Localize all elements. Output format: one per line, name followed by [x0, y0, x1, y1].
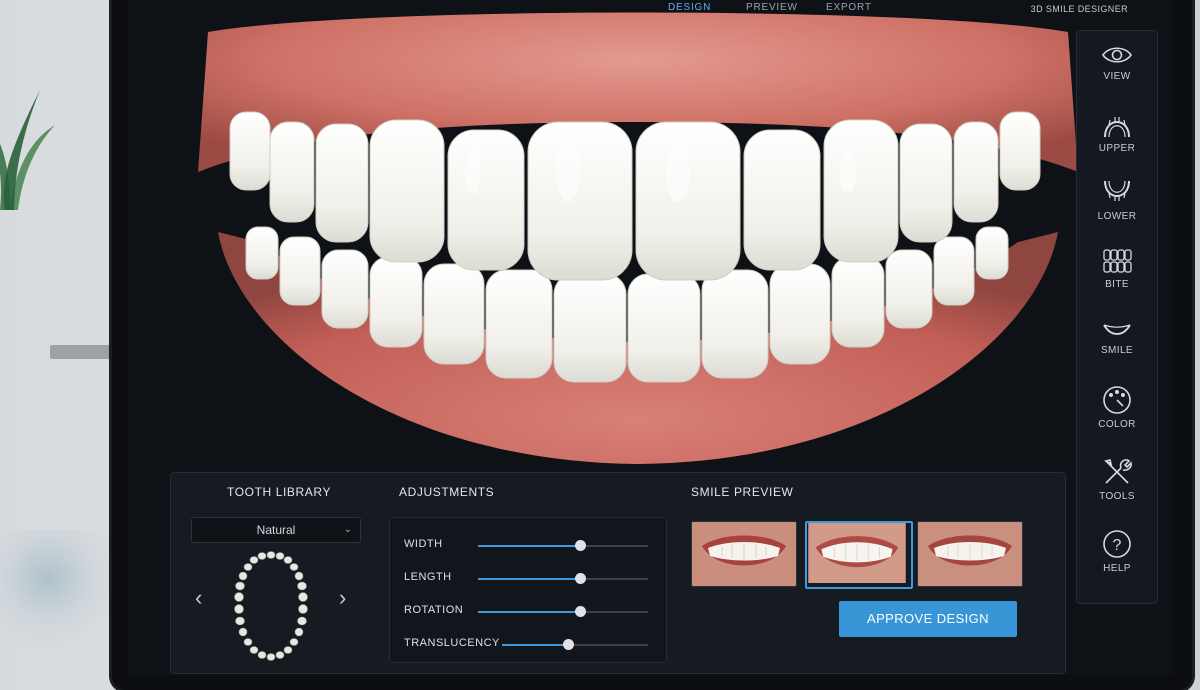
plant-decoration — [0, 90, 55, 210]
smile-preview-thumbnail-selected[interactable] — [805, 521, 913, 589]
toolbar-upper[interactable]: UPPER — [1077, 111, 1157, 171]
toolbar-smile[interactable]: SMILE — [1077, 317, 1157, 377]
slider-thumb[interactable] — [575, 606, 586, 617]
dental-arch-diagram — [234, 551, 308, 661]
toolbar-smile-label: SMILE — [1100, 345, 1133, 356]
toolbar-upper-label: UPPER — [1098, 143, 1136, 154]
chevron-right-icon[interactable]: › — [339, 585, 346, 611]
3d-model-viewport[interactable] — [158, 12, 1118, 472]
toolbar-help[interactable]: ? HELP — [1077, 529, 1157, 589]
toolbar-color-label: COLOR — [1098, 419, 1136, 430]
approve-design-button[interactable]: APPROVE DESIGN — [839, 601, 1017, 637]
translucency-slider-label: TRANSLUCENCY — [404, 637, 500, 649]
rotation-slider[interactable]: ROTATION — [404, 600, 654, 620]
toolbar-view[interactable]: VIEW — [1077, 43, 1157, 103]
chevron-down-icon: ⌄ — [343, 524, 352, 535]
tools-icon — [1103, 459, 1132, 484]
toolbar-color[interactable]: COLOR — [1077, 385, 1157, 445]
toolbar-lower-label: LOWER — [1097, 211, 1137, 222]
tooth-library-title: TOOTH LIBRARY — [227, 485, 332, 499]
smile-preview-title: SMILE PREVIEW — [691, 485, 794, 499]
toolbar-help-label: HELP — [1103, 563, 1131, 574]
eye-icon — [1102, 47, 1132, 63]
toolbar-view-label: VIEW — [1103, 71, 1131, 82]
width-slider[interactable]: WIDTH — [404, 534, 654, 554]
slider-thumb[interactable] — [575, 573, 586, 584]
upper-arch-icon — [1104, 117, 1130, 138]
palette-icon — [1103, 386, 1131, 414]
app-screen: DESIGN PREVIEW EXPORT 3D SMILE DESIGNER — [128, 0, 1172, 675]
adjustments-box: WIDTH LENGTH ROTATION TRANSLUCENCY — [389, 517, 667, 663]
slider-fill — [478, 611, 580, 613]
length-slider-label: LENGTH — [404, 571, 452, 583]
bottom-panel: TOOTH LIBRARY Natural ⌄ ‹ › ADJUSTMENTS … — [170, 472, 1066, 674]
translucency-slider[interactable]: TRANSLUCENCY — [404, 633, 654, 653]
chevron-left-icon[interactable]: ‹ — [195, 585, 202, 611]
toolbar-tools-label: TOOLS — [1099, 491, 1135, 502]
slider-fill — [502, 644, 568, 646]
tooth-library-selected: Natural — [256, 523, 296, 537]
shelf-decoration — [50, 345, 115, 359]
help-icon: ? — [1103, 530, 1131, 558]
rotation-slider-label: ROTATION — [404, 604, 464, 616]
toolbar-lower[interactable]: LOWER — [1077, 179, 1157, 239]
right-toolbar: VIEW UPPER LOWER BITE SMILE COLOR TOOLS … — [1076, 30, 1158, 604]
svg-text:?: ? — [1113, 537, 1122, 554]
slider-thumb[interactable] — [575, 540, 586, 551]
bite-icon — [1103, 249, 1132, 273]
width-slider-label: WIDTH — [404, 538, 443, 550]
length-slider[interactable]: LENGTH — [404, 567, 654, 587]
toolbar-tools[interactable]: TOOLS — [1077, 457, 1157, 517]
slider-thumb[interactable] — [562, 639, 574, 650]
smile-icon — [1103, 324, 1131, 335]
smile-preview-image — [808, 523, 906, 583]
lower-arch-icon — [1104, 180, 1130, 201]
toolbar-bite[interactable]: BITE — [1077, 247, 1157, 307]
toolbar-bite-label: BITE — [1105, 279, 1129, 290]
slider-fill — [478, 545, 580, 547]
background-objects — [0, 530, 120, 650]
slider-fill — [478, 578, 580, 580]
tooth-library-dropdown[interactable]: Natural ⌄ — [191, 517, 361, 543]
smile-preview-thumbnail[interactable] — [917, 521, 1023, 587]
smile-preview-image — [918, 522, 1022, 586]
smile-preview-thumbnail[interactable] — [691, 521, 797, 587]
adjustments-title: ADJUSTMENTS — [399, 485, 495, 499]
smile-preview-image — [692, 522, 796, 586]
